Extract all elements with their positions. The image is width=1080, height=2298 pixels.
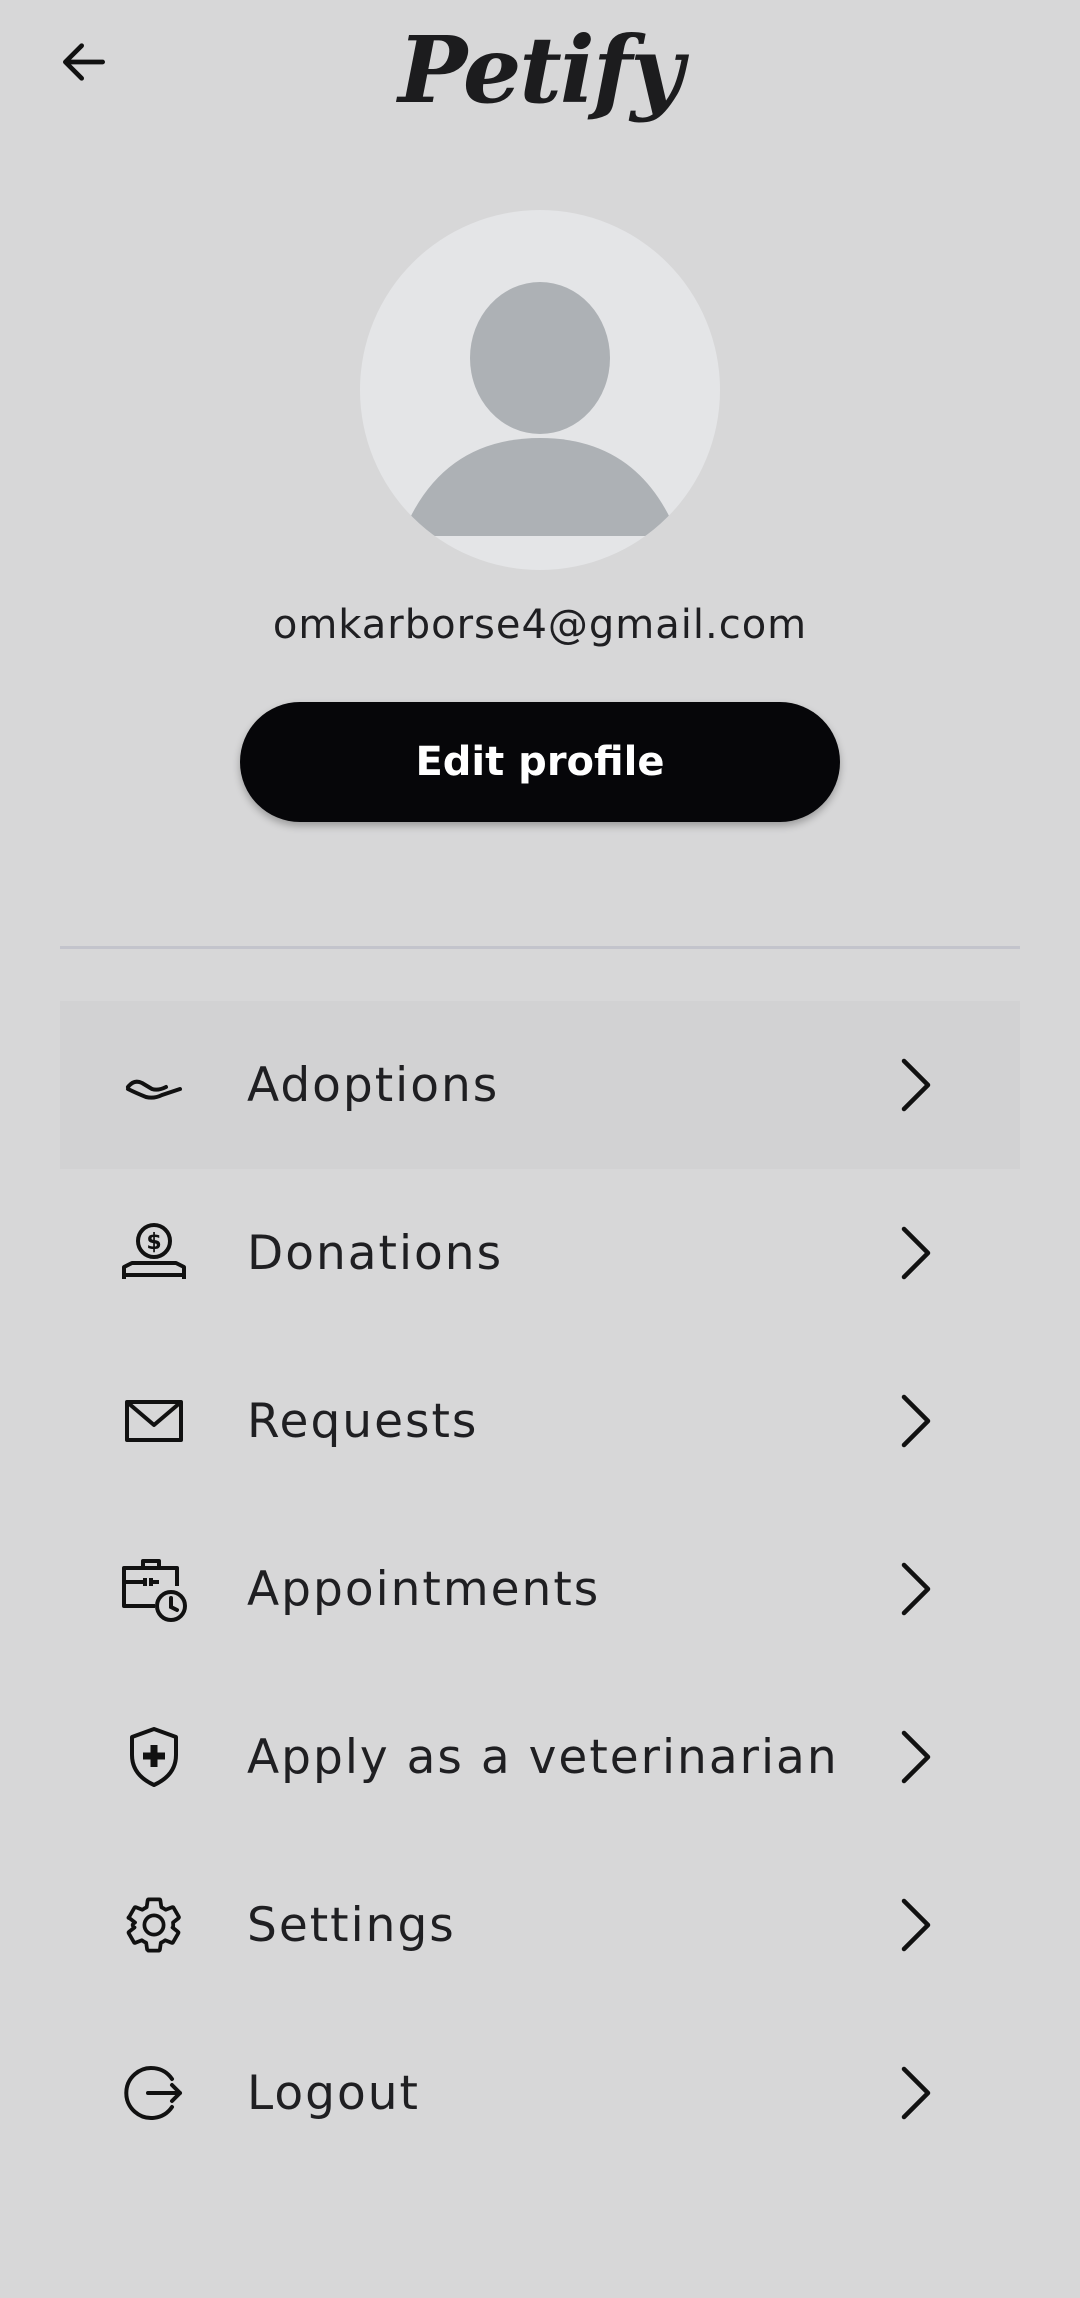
app-title: Petify bbox=[398, 16, 684, 124]
menu-item-donations[interactable]: $ Donations bbox=[60, 1169, 1020, 1337]
envelope-icon bbox=[118, 1385, 190, 1457]
edit-profile-button[interactable]: Edit profile bbox=[240, 702, 840, 822]
menu-item-label: Adoptions bbox=[247, 1057, 500, 1113]
default-user-avatar-icon bbox=[402, 282, 678, 536]
donation-coin-icon: $ bbox=[118, 1217, 190, 1289]
shield-plus-icon bbox=[118, 1721, 190, 1793]
svg-text:$: $ bbox=[146, 1230, 161, 1255]
menu-item-appointments[interactable]: Appointments bbox=[60, 1505, 1020, 1673]
chevron-right-icon bbox=[880, 1889, 952, 1961]
chevron-right-icon bbox=[880, 1721, 952, 1793]
menu-item-label: Requests bbox=[247, 1393, 479, 1449]
chevron-right-icon bbox=[880, 1553, 952, 1625]
gear-icon bbox=[118, 1889, 190, 1961]
menu-item-logout[interactable]: Logout bbox=[60, 2009, 1020, 2177]
menu-item-apply-veterinarian[interactable]: Apply as a veterinarian bbox=[60, 1673, 1020, 1841]
chevron-right-icon bbox=[880, 1217, 952, 1289]
chevron-right-icon bbox=[880, 1385, 952, 1457]
menu-item-label: Logout bbox=[247, 2065, 420, 2121]
menu-item-adoptions[interactable]: Adoptions bbox=[60, 1001, 1020, 1169]
chevron-right-icon bbox=[880, 1049, 952, 1121]
profile-menu: Adoptions $ Donations Requests Appointme… bbox=[60, 1001, 1020, 2177]
briefcase-clock-icon bbox=[118, 1553, 190, 1625]
menu-item-label: Appointments bbox=[247, 1561, 601, 1617]
menu-item-requests[interactable]: Requests bbox=[60, 1337, 1020, 1505]
chevron-right-icon bbox=[880, 2057, 952, 2129]
menu-item-label: Donations bbox=[247, 1225, 504, 1281]
avatar bbox=[360, 210, 720, 570]
logout-icon bbox=[118, 2057, 190, 2129]
divider bbox=[60, 946, 1020, 949]
menu-item-label: Apply as a veterinarian bbox=[247, 1729, 839, 1785]
user-email: omkarborse4@gmail.com bbox=[272, 602, 808, 648]
menu-item-settings[interactable]: Settings bbox=[60, 1841, 1020, 2009]
hand-icon bbox=[118, 1049, 190, 1121]
menu-item-label: Settings bbox=[247, 1897, 456, 1953]
